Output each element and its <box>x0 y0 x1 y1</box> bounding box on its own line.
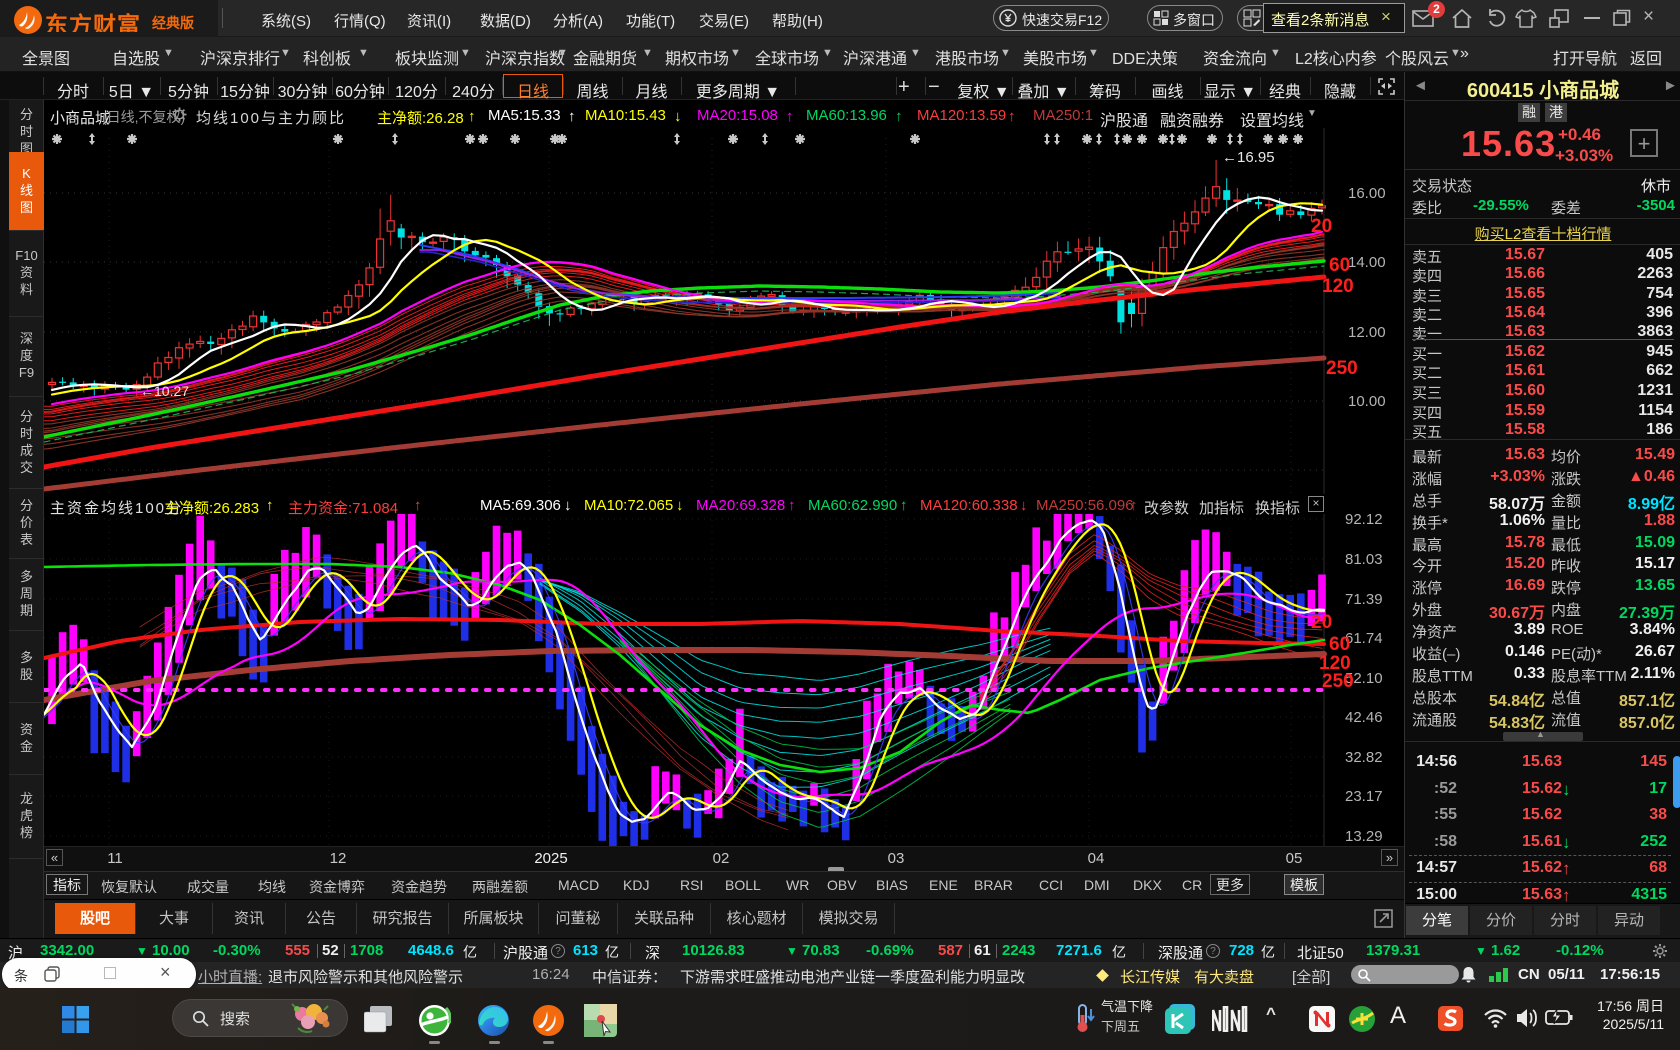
svg-text:32.82: 32.82 <box>1345 749 1383 766</box>
svg-text:61.74: 61.74 <box>1345 630 1383 647</box>
svg-text:71.39: 71.39 <box>1345 591 1383 608</box>
svg-text:250: 250 <box>1326 358 1358 379</box>
svg-text:92.12: 92.12 <box>1345 514 1383 528</box>
svg-text:20: 20 <box>1311 216 1332 237</box>
svg-text:12.00: 12.00 <box>1348 324 1386 341</box>
svg-text:10.00: 10.00 <box>1348 393 1386 410</box>
svg-text:60: 60 <box>1329 255 1350 276</box>
svg-text:60: 60 <box>1329 634 1350 655</box>
svg-text:←16.95: ←16.95 <box>1222 149 1275 166</box>
svg-text:20: 20 <box>1311 612 1332 633</box>
svg-text:250: 250 <box>1322 671 1354 692</box>
svg-text:120: 120 <box>1322 276 1354 297</box>
svg-text:13.29: 13.29 <box>1345 828 1383 845</box>
svg-text:23.17: 23.17 <box>1345 788 1383 805</box>
svg-text:←10.27: ←10.27 <box>140 383 189 399</box>
svg-text:16.00: 16.00 <box>1348 185 1386 202</box>
svg-text:14.00: 14.00 <box>1348 254 1386 271</box>
svg-text:42.46: 42.46 <box>1345 709 1383 726</box>
svg-text:81.03: 81.03 <box>1345 551 1383 568</box>
